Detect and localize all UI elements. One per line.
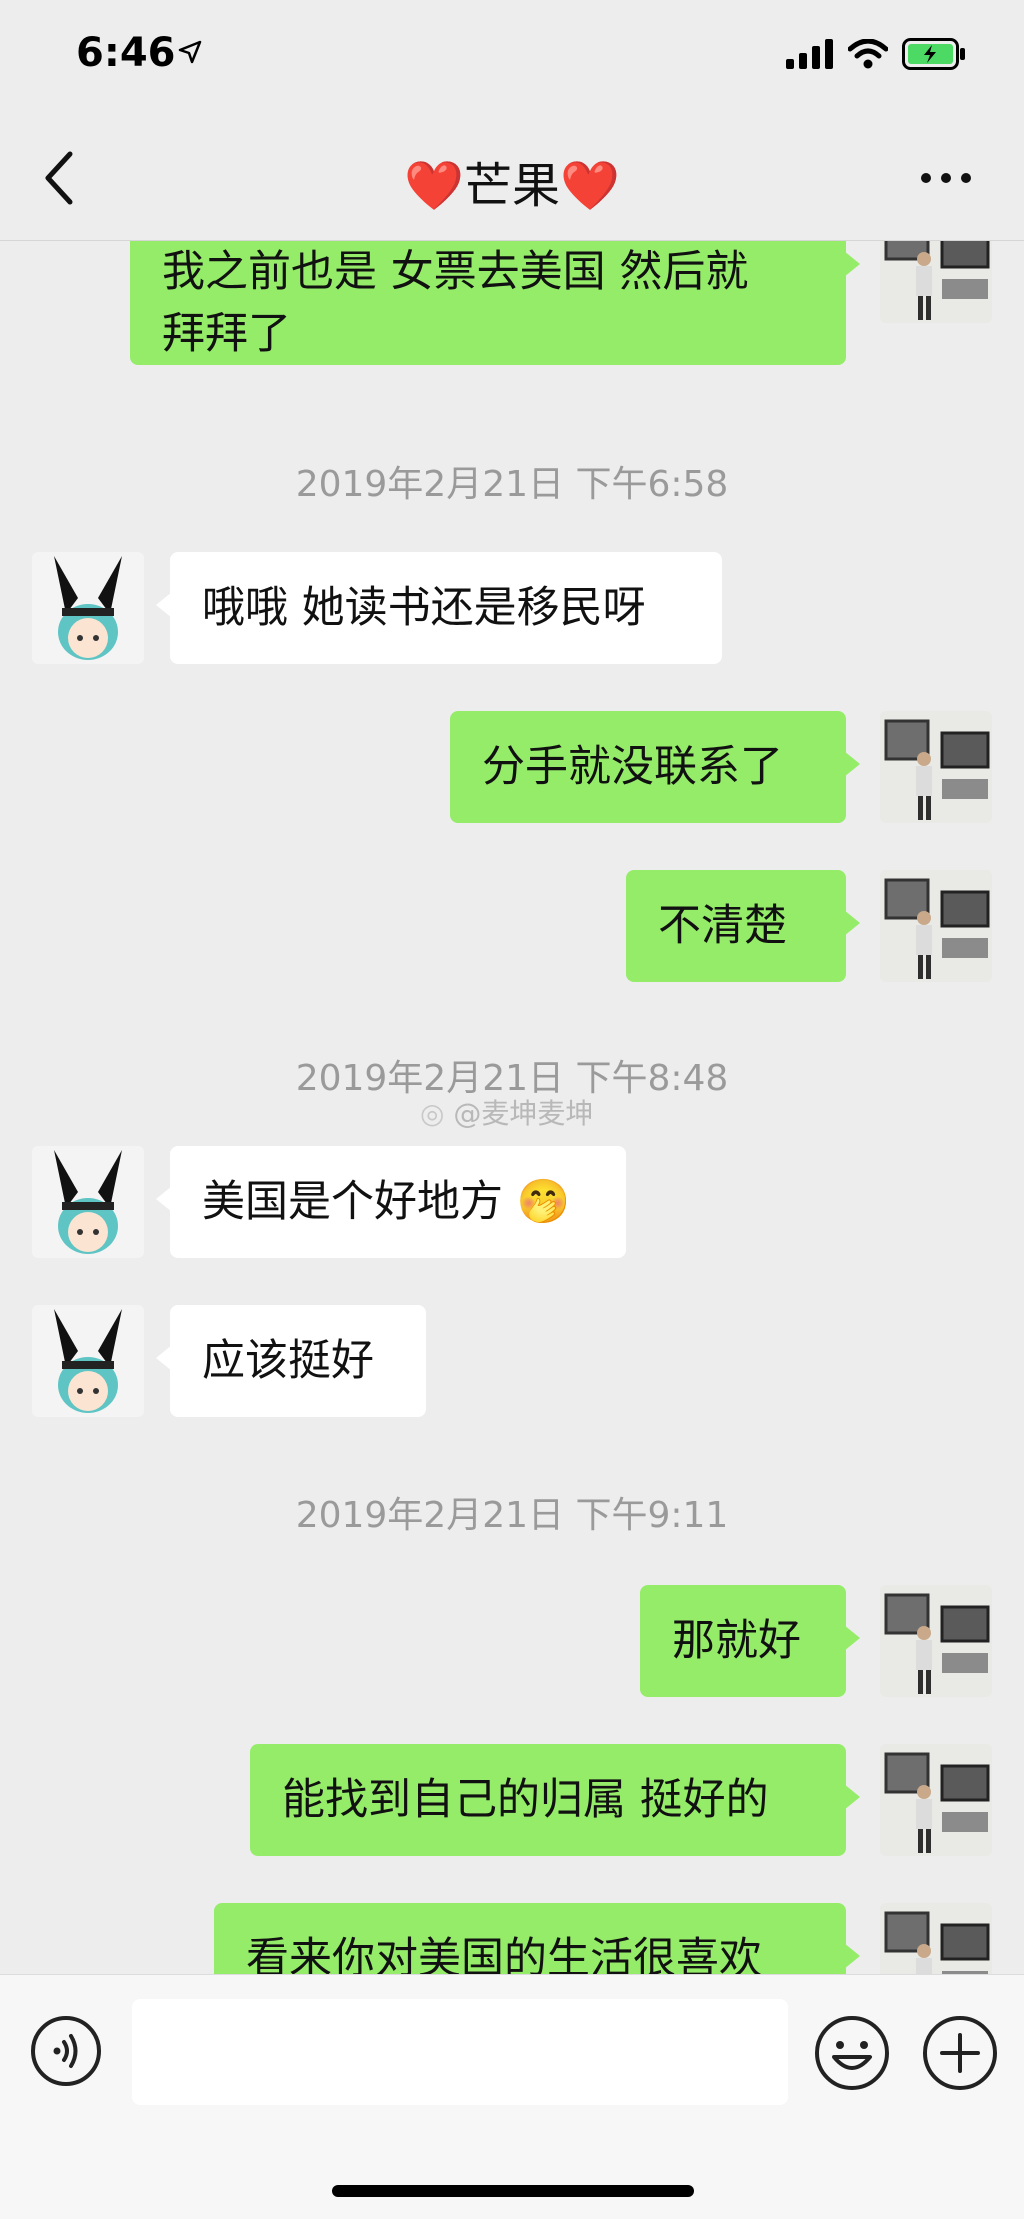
watermark-text: @麦坤麦坤 <box>453 1097 594 1130</box>
emoji-icon[interactable] <box>814 2015 890 2091</box>
avatar-contact[interactable] <box>32 1305 144 1417</box>
message-text: 哦哦 她读书还是移民呀 <box>202 583 646 633</box>
voice-icon[interactable] <box>30 2015 102 2087</box>
message-text: 美国是个好地方 <box>202 1177 503 1227</box>
message-bubble[interactable]: 看来你对美国的生活很喜欢 <box>214 1903 860 1974</box>
message-input[interactable] <box>132 1999 788 2105</box>
plus-icon[interactable] <box>922 2015 998 2091</box>
message-bubble[interactable]: 我之前也是 女票去美国 然后就 拜拜了 <box>130 241 860 365</box>
message-bubble[interactable]: 能找到自己的归属 挺好的 <box>250 1744 860 1856</box>
wifi-icon <box>848 39 888 69</box>
message-bubble[interactable]: 分手就没联系了 <box>450 711 860 823</box>
chat-title: ❤️芒果❤️ <box>404 158 620 214</box>
timestamp: 2019年2月21日 下午9:11 <box>295 1495 729 1536</box>
input-bar <box>0 1974 1024 2219</box>
location-arrow-icon <box>178 40 202 64</box>
timestamp: 2019年2月21日 下午6:58 <box>295 464 729 505</box>
avatar-self[interactable] <box>880 711 992 823</box>
message-text: 看来你对美国的生活很喜欢 <box>246 1934 762 1974</box>
message-bubble[interactable]: 美国是个好地方 🤭 <box>156 1146 626 1258</box>
signal-icon <box>786 39 833 69</box>
message-text-line: 拜拜了 <box>162 309 291 359</box>
message-bubble[interactable]: 应该挺好 <box>156 1305 426 1417</box>
avatar-self[interactable] <box>880 1903 992 1974</box>
avatar-self[interactable] <box>880 241 992 323</box>
avatar-contact[interactable] <box>32 552 144 664</box>
message-text: 分手就没联系了 <box>482 742 783 792</box>
message-text: 不清楚 <box>658 901 787 951</box>
avatar-self[interactable] <box>880 870 992 982</box>
message-bubble[interactable]: 哦哦 她读书还是移民呀 <box>156 552 722 664</box>
message-text: 应该挺好 <box>202 1336 374 1386</box>
message-text: 那就好 <box>672 1616 801 1666</box>
avatar-self[interactable] <box>880 1585 992 1697</box>
weibo-logo-icon: ◎ <box>420 1097 445 1130</box>
status-bar: 6:46 <box>0 0 1024 110</box>
home-indicator <box>332 2185 694 2197</box>
message-bubble[interactable]: 那就好 <box>640 1585 860 1697</box>
chat-header: ❤️芒果❤️ <box>0 110 1024 241</box>
more-dots-icon[interactable] <box>918 168 974 188</box>
avatar-contact[interactable] <box>32 1146 144 1258</box>
avatar-self[interactable] <box>880 1744 992 1856</box>
watermark: ◎ @麦坤麦坤 <box>420 1092 593 1132</box>
message-text: 能找到自己的归属 挺好的 <box>282 1775 769 1825</box>
message-text-line: 我之前也是 女票去美国 然后就 <box>162 247 749 297</box>
message-bubble[interactable]: 不清楚 <box>626 870 860 982</box>
status-time: 6:46 <box>76 30 176 76</box>
battery-icon <box>902 38 965 70</box>
hand-over-mouth-emoji: 🤭 <box>516 1177 571 1227</box>
